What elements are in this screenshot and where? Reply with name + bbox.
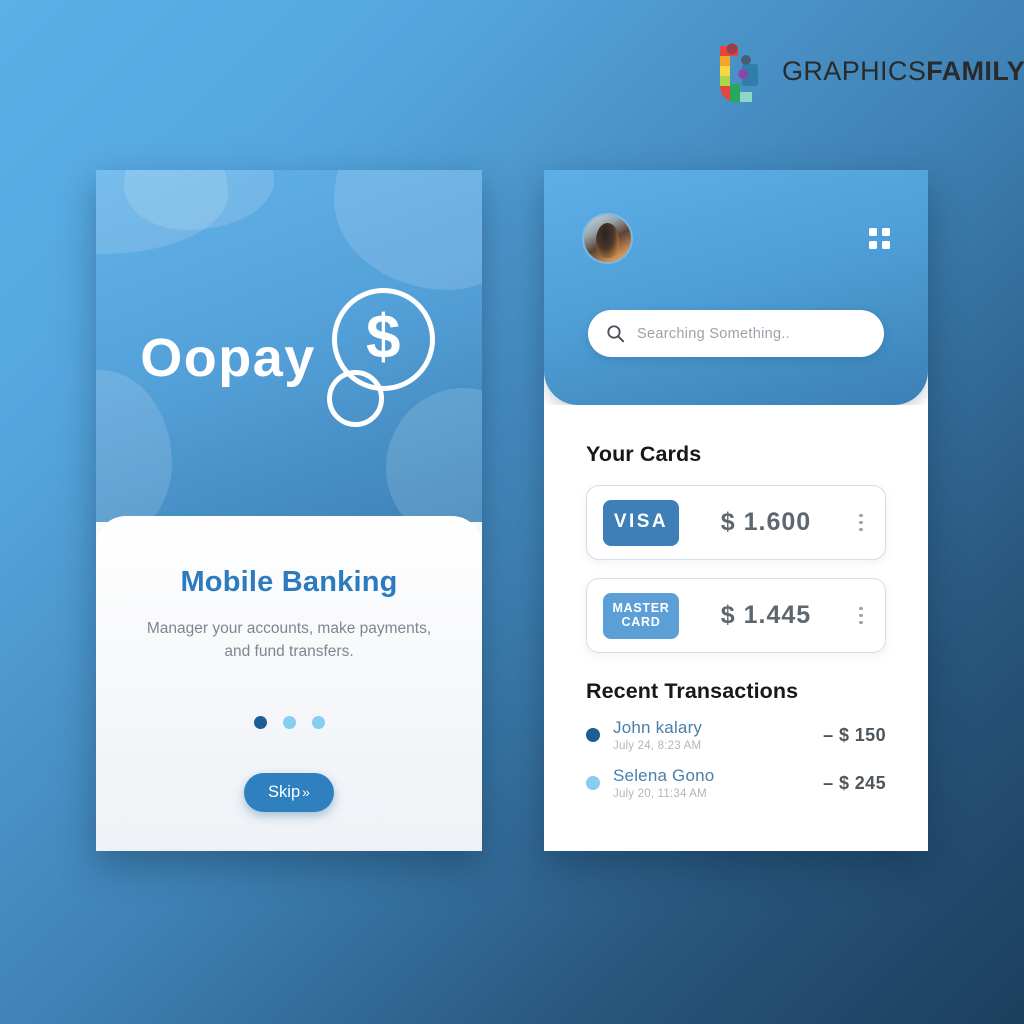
transaction-amount: – $ 245 [823, 772, 886, 793]
kebab-dot [859, 613, 863, 618]
transaction-row[interactable]: John kalary July 24, 8:23 AM – $ 150 [586, 718, 886, 752]
brand-name-light: GRAPHICS [782, 55, 927, 86]
grid-cell [882, 228, 890, 236]
pagination-dot-2[interactable] [282, 715, 296, 729]
pagination-dot-3[interactable] [311, 715, 325, 729]
transaction-info: Selena Gono July 20, 11:34 AM [613, 766, 810, 800]
card-row-mastercard[interactable]: MASTER CARD $ 1.445 [586, 578, 886, 653]
dollar-sign-icon: $ [366, 302, 401, 372]
search-icon [607, 325, 625, 343]
skip-button[interactable]: Skip» [244, 772, 334, 812]
transaction-date: July 24, 8:23 AM [613, 740, 702, 752]
design-canvas: GRAPHICSFAMILY Oopay $ Mobile Banking Ma… [0, 0, 1024, 1024]
pagination-dots[interactable] [96, 715, 482, 729]
transaction-info: John kalary July 24, 8:23 AM [613, 718, 810, 752]
transaction-amount: – $ 150 [823, 724, 886, 745]
onboarding-info-panel: Mobile Banking Manager your accounts, ma… [96, 516, 482, 851]
avatar[interactable] [584, 215, 631, 262]
decorative-blob [124, 170, 274, 230]
transactions-section-title: Recent Transactions [586, 679, 799, 703]
cards-section-title: Your Cards [586, 442, 702, 466]
transaction-bullet-icon [586, 776, 600, 790]
kebab-dot [859, 527, 863, 532]
card-brand-line-1: VISA [613, 511, 669, 533]
brand-name: GRAPHICSFAMILY [782, 56, 1024, 87]
home-body: Your Cards VISA $ 1.600 MASTER CARD $ 1.… [544, 405, 928, 851]
big-circle-shape: $ [331, 288, 435, 391]
transaction-bullet-icon [586, 728, 600, 742]
visa-card-amount: $ 1.600 [720, 508, 812, 536]
grid-cell [869, 228, 877, 236]
page-description: Manager your accounts, make payments, an… [146, 620, 432, 661]
kebab-dot [859, 520, 863, 525]
mastercard-badge: MASTER CARD [603, 592, 679, 639]
decorative-blob [96, 170, 228, 254]
page-title: Mobile Banking [180, 566, 398, 598]
grid-cell [882, 241, 890, 249]
graphicsfamily-logo-icon [712, 40, 768, 102]
grid-cell [869, 241, 877, 249]
search-bar[interactable] [588, 310, 884, 357]
brand-logo: GRAPHICSFAMILY [712, 40, 1024, 102]
skip-button-label: Skip [268, 782, 301, 801]
transaction-date: July 20, 11:34 AM [613, 788, 707, 800]
card-row-visa[interactable]: VISA $ 1.600 [586, 485, 886, 560]
kebab-menu-icon[interactable] [853, 606, 869, 625]
kebab-dot [859, 620, 863, 625]
search-input[interactable] [637, 325, 866, 342]
brand-name-bold: FAMILY [926, 55, 1024, 86]
pagination-dot-1[interactable] [253, 715, 267, 729]
transaction-row[interactable]: Selena Gono July 20, 11:34 AM – $ 245 [586, 766, 886, 800]
chevron-right-icon: » [302, 783, 310, 800]
app-name-text: Oopay [140, 328, 316, 388]
home-phone-screen: Your Cards VISA $ 1.600 MASTER CARD $ 1.… [544, 170, 928, 851]
transaction-name: Selena Gono [613, 766, 715, 785]
kebab-dot [859, 606, 863, 611]
card-brand-line-2: CARD [621, 614, 661, 629]
onboarding-hero: Oopay $ [96, 170, 482, 522]
card-brand-line-1: MASTER [612, 601, 670, 616]
app-logo-lockup: Oopay $ [96, 288, 482, 428]
mastercard-card-amount: $ 1.445 [720, 601, 812, 629]
visa-badge: VISA [603, 499, 679, 546]
kebab-menu-icon[interactable] [853, 513, 869, 532]
decorative-blob [334, 170, 482, 290]
kebab-dot [859, 513, 863, 518]
home-header [544, 170, 928, 405]
dollar-coin-icon: $ [322, 288, 438, 428]
transaction-name: John kalary [613, 718, 703, 737]
onboarding-phone-screen: Oopay $ Mobile Banking Manager your acco… [96, 170, 482, 851]
grid-menu-icon[interactable] [869, 228, 890, 249]
